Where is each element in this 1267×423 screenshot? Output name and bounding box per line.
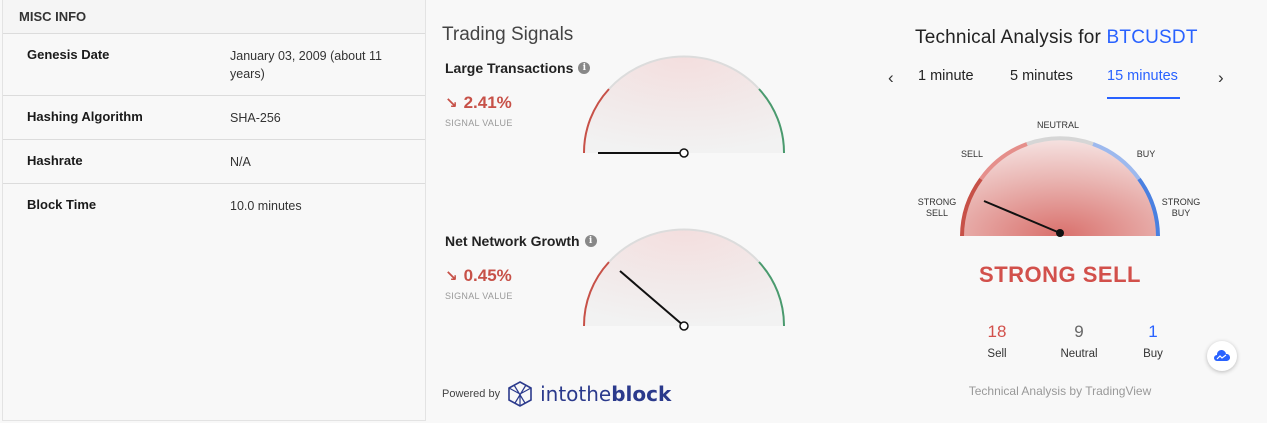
ta-gauge-pivot (1056, 229, 1064, 237)
misc-info-panel: MISC INFO Genesis Date January 03, 2009 … (2, 0, 426, 421)
ta-label-sell: SELL (961, 149, 983, 159)
signal-net-network-growth: Net Network Growth i ↘ 0.45% SIGNAL VALU… (440, 228, 800, 378)
signal-value-caption: SIGNAL VALUE (445, 118, 513, 128)
technical-analysis-panel: Technical Analysis for BTCUSDT ‹ 1 minut… (880, 0, 1260, 423)
ta-label-strong-buy-1: STRONG (1162, 197, 1201, 207)
ta-label-strong-buy-2: BUY (1172, 208, 1191, 218)
signal-gauge (582, 55, 786, 158)
misc-label: Genesis Date (27, 47, 110, 62)
ta-summary: STRONG SELL (979, 262, 1141, 287)
gauge-face (584, 57, 784, 153)
ta-label-buy: BUY (1137, 149, 1156, 159)
arrow-down-right-icon: ↘ (445, 95, 458, 112)
gauge-face (584, 230, 784, 326)
ta-gauge: NEUTRAL SELL BUY STRONG SELL STRONG BUY (918, 120, 1201, 237)
misc-value: SHA-256 (230, 111, 281, 125)
ta-label-strong-sell-1: STRONG (918, 197, 957, 207)
signal-name-label: Net Network Growth (445, 233, 580, 249)
tab-5-minutes[interactable]: 5 minutes (1010, 68, 1073, 84)
tab-15-minutes[interactable]: 15 minutes (1107, 68, 1178, 84)
ta-title: Technical Analysis for BTCUSDT (915, 27, 1198, 49)
signal-large-transactions: Large Transactions i ↘ 2.41% SIGNAL VALU… (440, 55, 800, 205)
tradingview-widget-button[interactable] (1207, 341, 1237, 371)
misc-row-hashing-algorithm: Hashing Algorithm SHA-256 (3, 96, 425, 140)
signal-name-label: Large Transactions (445, 60, 574, 76)
misc-value: 10.0 minutes (230, 199, 302, 213)
chevron-left-icon[interactable]: ‹ (888, 68, 894, 88)
misc-value: January 03, 2009 (about 11 years) (230, 49, 382, 81)
arrow-down-right-icon: ↘ (445, 268, 458, 285)
count-buy: 1 Buy (1113, 322, 1193, 360)
count-number: 9 (1074, 322, 1084, 341)
ta-gauge-face (962, 138, 1158, 236)
powered-by-text: Powered by (442, 388, 501, 400)
misc-label: Hashrate (27, 153, 83, 168)
intotheblock-logo[interactable]: intotheblock (540, 382, 671, 406)
logo-text-pre: intothe (540, 382, 612, 406)
count-number: 1 (1148, 322, 1158, 341)
signal-gauge (582, 228, 786, 331)
ta-credit-link[interactable]: Technical Analysis by TradingView (880, 384, 1240, 398)
signal-value-text: 0.45% (463, 266, 512, 285)
trading-signals-title: Trading Signals (442, 24, 574, 45)
signal-name: Net Network Growth i (445, 233, 597, 249)
signal-value: ↘ 2.41% (445, 93, 512, 113)
misc-label: Block Time (27, 197, 97, 212)
ta-label-strong-sell-2: SELL (926, 208, 948, 218)
misc-value: N/A (230, 155, 251, 169)
trading-signals-panel: Trading Signals Large Transactions i ↘ 2… (440, 0, 820, 423)
tab-1-minute[interactable]: 1 minute (918, 68, 974, 84)
misc-info-title: MISC INFO (3, 0, 425, 34)
signal-value-text: 2.41% (463, 93, 512, 112)
misc-row-genesis-date: Genesis Date January 03, 2009 (about 11 … (3, 34, 425, 96)
count-number: 18 (987, 322, 1007, 341)
ta-interval-tabs: ‹ 1 minute 5 minutes 15 minutes › (880, 66, 1240, 100)
ta-symbol-link[interactable]: BTCUSDT (1107, 27, 1198, 48)
count-sell: 18 Sell (957, 322, 1037, 360)
chevron-right-icon[interactable]: › (1218, 68, 1224, 88)
cloud-chart-icon (1214, 350, 1230, 361)
ta-label-neutral: NEUTRAL (1037, 120, 1079, 130)
count-label: Buy (1143, 348, 1163, 360)
gauge-pivot (679, 148, 689, 158)
signal-name: Large Transactions i (445, 60, 591, 76)
count-label: Neutral (1060, 348, 1098, 360)
misc-label: Hashing Algorithm (27, 109, 143, 124)
active-tab-indicator (1107, 97, 1180, 99)
logo-text-bold: block (611, 382, 672, 406)
ta-title-prefix: Technical Analysis for (915, 27, 1102, 48)
signal-value: ↘ 0.45% (445, 266, 512, 286)
gauge-pivot (679, 321, 689, 331)
intotheblock-logo-icon[interactable] (506, 380, 534, 408)
misc-row-block-time: Block Time 10.0 minutes (3, 184, 425, 227)
powered-by: Powered by intotheblock (442, 380, 671, 408)
count-label: Sell (987, 348, 1007, 360)
misc-row-hashrate: Hashrate N/A (3, 140, 425, 184)
count-neutral: 9 Neutral (1039, 322, 1119, 360)
signal-value-caption: SIGNAL VALUE (445, 291, 513, 301)
